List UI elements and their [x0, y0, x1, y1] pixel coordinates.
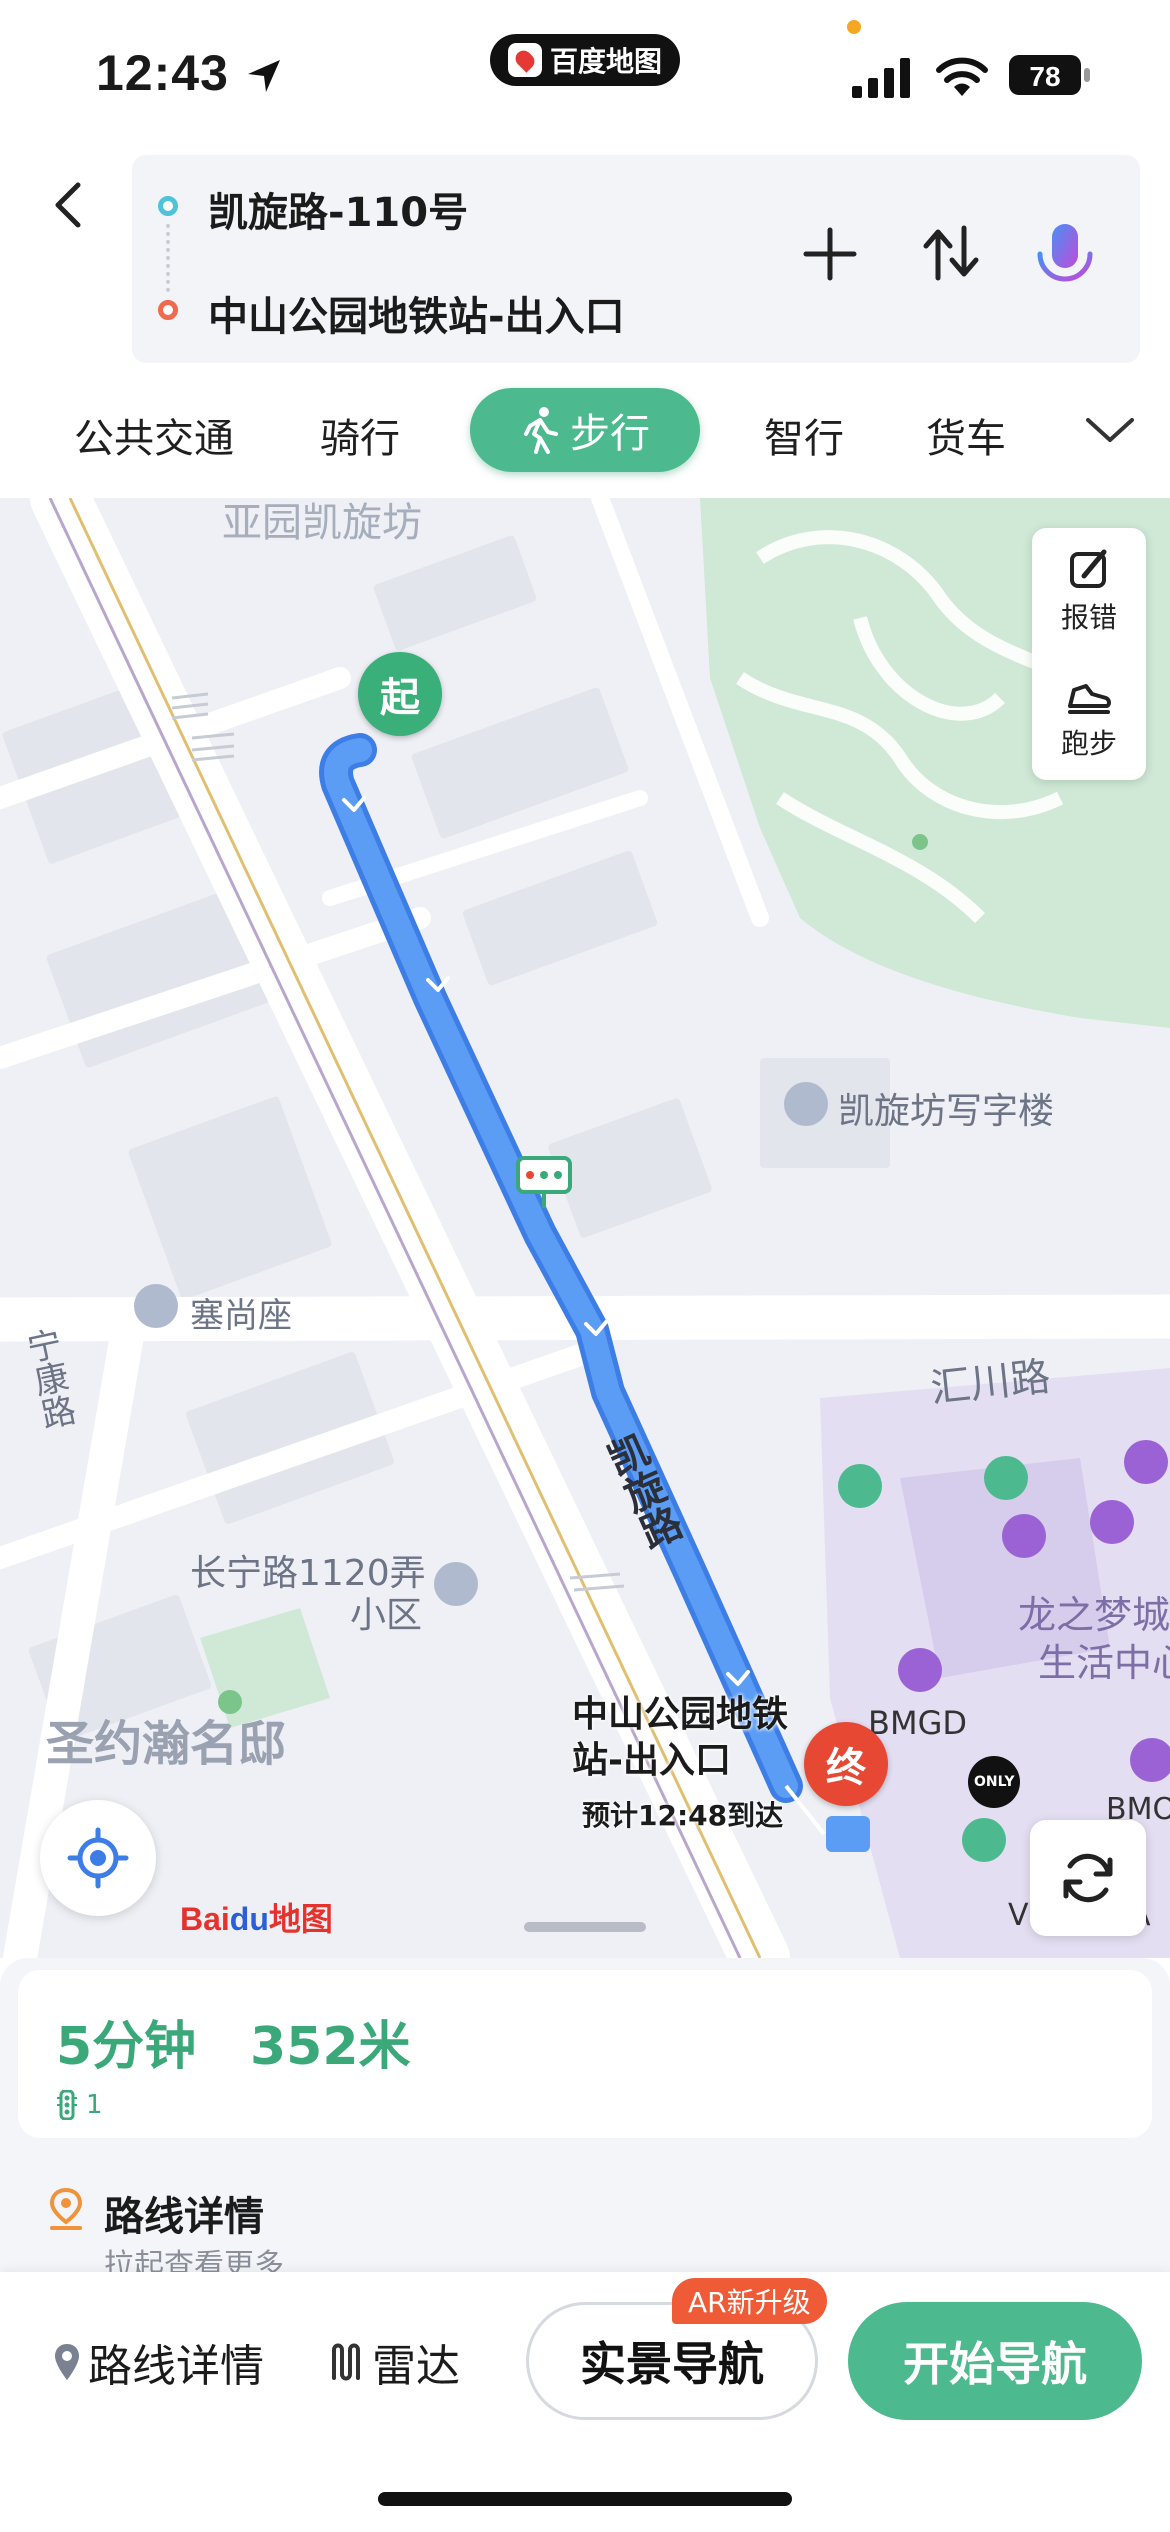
logo-map: 地图	[268, 1901, 333, 1937]
destination-label-line1: 中山公园地铁	[572, 1694, 789, 1735]
app-pill-label: 百度地图	[549, 45, 662, 78]
map-view[interactable]: 亚园凯旋坊 凯旋坊写字楼 塞尚座 宁康路 长宁路1120弄 小区 圣约瀚名邸 汇…	[0, 498, 1170, 1958]
map-label-longzhimeng-2: 生活中心	[1038, 1641, 1170, 1685]
chevron-down-icon[interactable]	[1080, 410, 1140, 450]
map-label-longzhimeng-1[interactable]: 龙之梦城	[1018, 1584, 1170, 1639]
back-icon[interactable]	[40, 175, 100, 235]
baidu-map-logo: Baidu地图	[180, 1894, 333, 1940]
map-label-changning-2: 小区	[350, 1595, 423, 1636]
status-time: 12:43	[96, 45, 229, 101]
report-error-label: 报错	[1060, 601, 1117, 634]
destination-label-line2: 站-出入口	[572, 1740, 731, 1781]
cellular-signal-icon	[852, 58, 910, 98]
battery-level: 78	[1029, 61, 1060, 92]
route-pin-icon	[49, 2188, 83, 2230]
map-side-tools: 报错 跑步	[1032, 528, 1146, 780]
end-marker[interactable]: 终	[804, 1722, 888, 1806]
map-label-office[interactable]: 凯旋坊写字楼	[838, 1082, 1054, 1134]
route-detail-button-label: 路线详情	[88, 2341, 264, 2392]
voice-input-icon[interactable]	[1032, 222, 1098, 294]
tab-walking[interactable]: 步行	[470, 388, 700, 472]
route-distance: 352米	[250, 2017, 411, 2077]
mic-indicator-dot	[847, 20, 861, 34]
origin-field[interactable]: 凯旋路-110号	[208, 180, 468, 238]
back-to-app-pill[interactable]: 百度地图	[490, 34, 680, 86]
locate-icon	[67, 1827, 129, 1889]
radar-icon	[332, 2343, 360, 2381]
home-indicator[interactable]	[378, 2492, 792, 2506]
tab-smart[interactable]: 智行	[764, 406, 844, 464]
baidu-map-app-icon	[507, 43, 542, 77]
locate-me-button[interactable]	[40, 1800, 156, 1916]
tab-cycling[interactable]: 骑行	[320, 406, 400, 464]
radar-button[interactable]: 雷达	[326, 2330, 460, 2394]
walking-icon	[524, 407, 558, 454]
wifi-icon	[936, 57, 988, 96]
map-label-bmgd[interactable]: BMGD	[868, 1704, 967, 1742]
eta-label: 预计12:48到达	[582, 1799, 784, 1832]
logo-du: du	[229, 1901, 269, 1937]
route-detail-title[interactable]: 路线详情	[104, 2184, 264, 2242]
swap-route-icon[interactable]	[920, 220, 982, 286]
edit-icon	[1070, 549, 1107, 588]
battery-icon: 78	[1009, 55, 1090, 95]
running-mode-button[interactable]: 跑步	[1032, 654, 1146, 780]
location-arrow-icon	[248, 60, 280, 92]
map-label-partial-top: 亚园凯旋坊	[222, 500, 422, 546]
destination-field[interactable]: 中山公园地铁站-出入口	[208, 284, 625, 342]
travel-mode-tabs: 公共交通 骑行 步行 智行 货车	[0, 378, 1170, 498]
tab-truck[interactable]: 货车	[926, 406, 1006, 464]
map-label-saishang[interactable]: 塞尚座	[190, 1288, 292, 1337]
report-error-button[interactable]: 报错	[1032, 528, 1146, 654]
traffic-light-icon	[57, 2090, 77, 2120]
sheet-drag-handle[interactable]	[524, 1922, 646, 1932]
start-marker[interactable]: 起	[358, 652, 442, 736]
tab-walking-label: 步行	[570, 411, 650, 457]
route-duration: 5分钟	[56, 2017, 197, 2077]
route-detail-button[interactable]: 路线详情	[52, 2330, 264, 2394]
route-connector	[166, 224, 170, 292]
add-waypoint-icon[interactable]	[800, 224, 860, 284]
running-label: 跑步	[1060, 727, 1117, 760]
logo-bai: Bai	[180, 1901, 230, 1937]
refresh-route-button[interactable]	[1030, 1820, 1146, 1936]
end-point-dot	[158, 300, 178, 320]
ar-upgrade-badge: AR新升级	[672, 2278, 827, 2324]
destination-map-label[interactable]: 中山公园地铁 站-出入口	[572, 1692, 788, 1784]
start-point-dot	[158, 196, 178, 216]
start-navigation-button[interactable]: 开始导航	[848, 2302, 1142, 2420]
location-pin-icon	[55, 2344, 79, 2380]
traffic-light-count: 1	[86, 2090, 103, 2120]
map-label-shengyue[interactable]: 圣约瀚名邸	[46, 1704, 286, 1774]
radar-button-label: 雷达	[372, 2341, 460, 2392]
map-label-only[interactable]: ONLY	[974, 1774, 1015, 1790]
refresh-icon	[1063, 1853, 1113, 1903]
tab-public-transit[interactable]: 公共交通	[74, 406, 234, 464]
running-shoe-icon	[1068, 684, 1111, 714]
status-bar: 12:43 百度地图 78	[0, 0, 1170, 150]
